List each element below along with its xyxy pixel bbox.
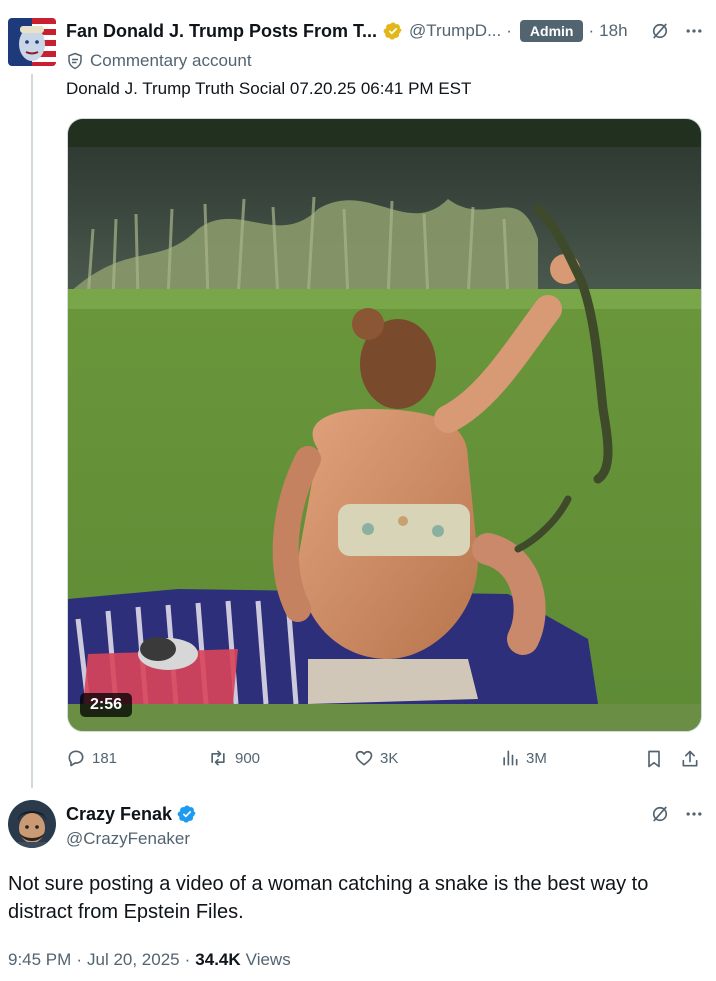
reply-author-name[interactable]: Crazy Fenak [66,804,172,825]
repost-action[interactable]: 900 [207,748,260,768]
post-actions: 181 900 3K 3M [66,748,706,774]
grok-icon[interactable] [650,21,670,41]
post-header: Fan Donald J. Trump Posts From T... @Tru… [66,18,704,44]
reply-header: Crazy Fenak [66,802,704,826]
separator-dot: · [588,21,595,40]
views-icon [500,748,520,768]
account-label: Commentary account [90,51,252,70]
admin-badge: Admin [519,20,584,42]
separator-dot: · [184,950,191,969]
thread-line [31,74,33,788]
author-name[interactable]: Fan Donald J. Trump Posts From T... [66,21,377,42]
share-icon [680,748,700,770]
commentary-icon [66,52,84,70]
share-action[interactable] [680,748,700,770]
account-label-row: Commentary account [66,49,252,73]
reply-views-count: 34.4K [195,950,241,969]
post-text: Donald J. Trump Truth Social 07.20.25 06… [66,79,472,98]
blue-verified-icon [177,804,197,824]
avatar[interactable] [8,800,56,848]
like-action[interactable]: 3K [354,748,398,768]
reply-views-label: Views [245,950,291,969]
more-icon[interactable] [684,804,704,824]
video-player[interactable]: 2:56 [67,118,702,732]
separator-dot: · [506,21,512,40]
reply-handle[interactable]: @CrazyFenaker [66,829,190,849]
reply-time[interactable]: 9:45 PM [8,950,71,970]
repost-icon [207,748,229,768]
reply-icon [66,748,86,768]
reply-text: Not sure posting a video of a woman catc… [8,873,649,923]
separator-dot: · [76,950,82,969]
views-action[interactable]: 3M [500,748,547,768]
gold-verified-icon [383,21,403,41]
post-time[interactable]: 18h [599,21,627,41]
reply-action[interactable]: 181 [66,748,117,768]
grok-icon[interactable] [650,804,670,824]
avatar[interactable] [8,18,56,66]
repost-count: 900 [235,749,261,767]
bookmark-action[interactable] [644,748,664,770]
bookmark-icon [644,748,664,770]
video-duration: 2:56 [80,693,133,717]
reply-count: 181 [92,749,118,767]
reply-date[interactable]: Jul 20, 2025 [87,950,180,970]
like-count: 3K [380,749,399,767]
views-count: 3M [526,749,547,767]
like-icon [354,748,374,768]
more-icon[interactable] [684,21,704,41]
reply-meta: 9:45 PM · Jul 20, 2025 · 34.4K Views [8,950,291,970]
author-handle[interactable]: @TrumpD... [409,21,501,41]
